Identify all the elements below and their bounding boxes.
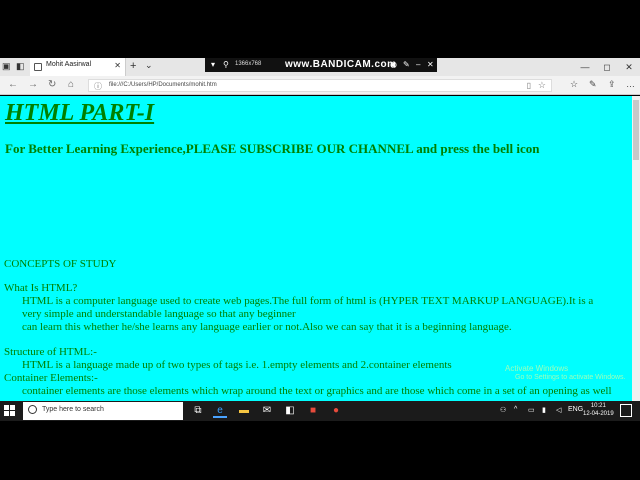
concepts-label: CONCEPTS OF STUDY (4, 258, 117, 270)
answer-line: HTML is a computer language used to crea… (22, 295, 594, 307)
address-input[interactable]: ⓘ file:///C:/Users/HP/Documents/mohit.ht… (88, 79, 552, 92)
taskbar: Type here to search 🎙 ⧉ e ▬ ✉ ◧ ■ ● ⚇ ^ … (0, 401, 640, 421)
recorder-resolution: 1366x768 (235, 61, 262, 67)
edge-browser-icon[interactable]: e (213, 404, 227, 418)
back-icon[interactable]: ← (8, 79, 18, 90)
reading-view-icon[interactable]: ▯ (527, 81, 531, 90)
network-icon[interactable]: ▭ (528, 406, 535, 414)
recorder-bar: ▾ ⚲ 1366x768 www.BANDICAM.com ◉ ✎ – ✕ (205, 58, 437, 72)
clock[interactable]: 10:21 12-04-2019 (583, 402, 614, 418)
taskbar-search-input[interactable]: Type here to search (23, 402, 183, 420)
set-aside-tabs-icon[interactable]: ▣ (2, 61, 12, 71)
close-window-button[interactable]: ✕ (618, 58, 640, 76)
answer-line: can learn this whether he/she learns any… (22, 321, 512, 333)
share-icon[interactable]: ⇪ (608, 79, 616, 90)
minimize-button[interactable]: — (574, 58, 596, 76)
recorder-brand: www.BANDICAM.com (285, 59, 397, 70)
recorder-menu-icon[interactable]: ▾ (211, 60, 215, 69)
search-icon (28, 405, 37, 414)
page-subheading: For Better Learning Experience,PLEASE SU… (5, 141, 540, 156)
home-icon[interactable]: ⌂ (68, 79, 74, 90)
address-bar-row: ← → ↻ ⌂ ⓘ file:///C:/Users/HP/Documents/… (0, 76, 640, 95)
language-indicator[interactable]: ENG (568, 406, 583, 413)
activate-windows-watermark: Activate Windows (505, 364, 569, 373)
question-what-is-html: What Is HTML? (4, 282, 78, 294)
file-explorer-icon[interactable]: ▬ (237, 404, 251, 418)
letterbox-bottom (0, 421, 640, 480)
clock-date: 12-04-2019 (583, 411, 614, 417)
refresh-icon[interactable]: ↻ (48, 79, 56, 90)
favorites-hub-icon[interactable]: ☆ (570, 79, 578, 90)
task-view-icon[interactable]: ⧉ (191, 404, 205, 418)
tab-title: Mohit Aasirwal (46, 61, 92, 68)
forward-icon[interactable]: → (28, 79, 38, 90)
page-heading: HTML PART-I (5, 100, 155, 126)
url-text: file:///C:/Users/HP/Documents/mohit.htm (109, 82, 217, 88)
recorder-close-icon[interactable]: ✕ (427, 60, 434, 69)
volume-icon[interactable]: ◁ (556, 406, 561, 414)
microphone-icon[interactable]: 🎙 (170, 404, 184, 418)
page-favicon-icon (34, 63, 42, 71)
answer-line: container elements are those elements wh… (22, 385, 612, 397)
windows-start-icon[interactable] (4, 405, 16, 417)
show-aside-tabs-icon[interactable]: ◧ (16, 61, 26, 71)
recorder-pin-icon[interactable]: ⚲ (223, 60, 229, 69)
recorder-camera-icon[interactable]: ◉ (390, 60, 397, 69)
tray-chevron-icon[interactable]: ^ (514, 406, 517, 413)
question-container-elements: Container Elements:- (4, 372, 98, 384)
tab-preview-button[interactable]: ⌄ (145, 60, 153, 71)
tab-actions: ▣ ◧ (2, 61, 26, 71)
mail-icon[interactable]: ✉ (260, 404, 274, 418)
activate-windows-hint: Go to Settings to activate Windows. (515, 374, 626, 381)
answer-line: HTML is a language made up of two types … (22, 359, 452, 371)
maximize-button[interactable]: ◻ (596, 58, 618, 76)
window-controls: — ◻ ✕ (574, 58, 640, 76)
battery-icon[interactable]: ▮ (542, 406, 546, 414)
favorite-star-icon[interactable]: ☆ (538, 80, 546, 91)
vertical-scrollbar[interactable] (632, 96, 640, 401)
recorder-draw-icon[interactable]: ✎ (403, 60, 410, 69)
action-center-icon[interactable] (620, 404, 632, 417)
scrollbar-thumb[interactable] (633, 100, 639, 160)
search-placeholder: Type here to search (42, 406, 104, 413)
store-icon[interactable]: ◧ (283, 404, 297, 418)
recorder-minimize-icon[interactable]: – (416, 60, 420, 69)
clock-time: 10:21 (590, 403, 606, 409)
answer-line: very simple and understandable language … (22, 308, 296, 320)
more-menu-icon[interactable]: … (626, 79, 635, 89)
office-icon[interactable]: ■ (306, 404, 320, 418)
notes-icon[interactable]: ✎ (589, 79, 597, 90)
record-app-icon[interactable]: ● (329, 404, 343, 418)
people-icon[interactable]: ⚇ (500, 406, 506, 414)
new-tab-button[interactable]: + (130, 60, 136, 72)
site-info-icon[interactable]: ⓘ (94, 81, 102, 92)
page-content: HTML PART-I For Better Learning Experien… (0, 96, 632, 401)
letterbox-top (0, 0, 640, 58)
tab-close-icon[interactable]: ✕ (114, 61, 121, 70)
tab-active[interactable]: Mohit Aasirwal ✕ (30, 58, 126, 76)
question-structure: Structure of HTML:- (4, 346, 97, 358)
